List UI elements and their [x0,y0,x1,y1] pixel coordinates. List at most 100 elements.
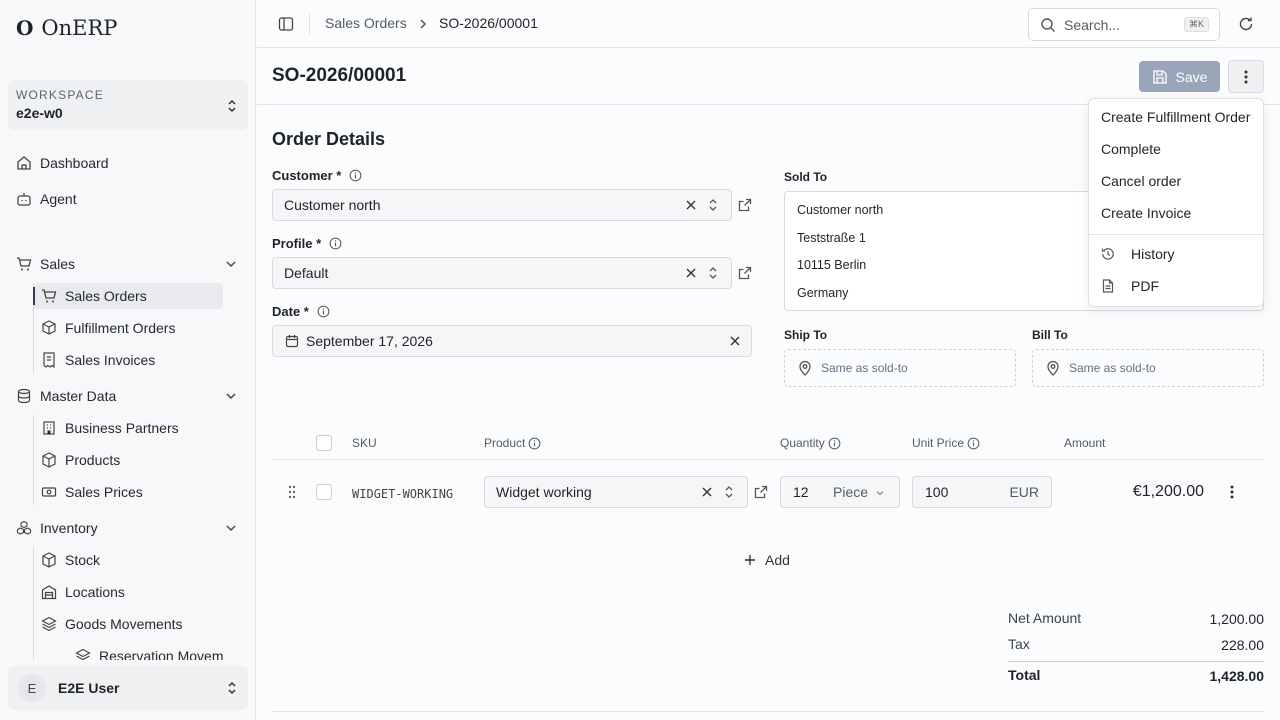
unit-select[interactable]: Piece [833,484,868,500]
search-icon [1041,17,1055,32]
logo-mark: O [16,16,34,40]
save-button[interactable]: Save [1139,61,1220,92]
row-checkbox[interactable] [316,484,332,500]
column-header-label: Unit Price [912,436,965,450]
more-actions-button[interactable] [1228,60,1264,93]
sidebar-item-sales-prices[interactable]: Sales Prices [34,479,223,505]
unit-price-input[interactable]: 100 EUR [912,476,1052,508]
product-select[interactable]: Widget working [484,476,748,508]
quantity-input[interactable]: 12 Piece [780,476,900,508]
building-icon [41,420,57,436]
menu-divider [1089,234,1263,235]
external-link-icon[interactable] [754,485,768,499]
sidebar-item-goods-movements[interactable]: Goods Movements [34,611,223,637]
total-value: 1,428.00 [1209,668,1265,684]
app-logo[interactable]: O OnERP [16,16,117,40]
menu-item-create-invoice[interactable]: Create Invoice [1101,205,1191,221]
sidebar-item-sales-invoices[interactable]: Sales Invoices [34,347,223,373]
info-icon[interactable] [528,437,541,450]
menu-item-complete[interactable]: Complete [1101,141,1161,157]
box-icon [41,552,57,568]
workspace-label: WORKSPACE [16,88,104,102]
menu-item-label: History [1131,246,1175,262]
actions-dropdown-menu: Create Fulfillment Order Complete Cancel… [1088,98,1264,307]
chevron-down-icon[interactable] [224,389,238,403]
chevrons-up-down-icon [725,486,733,498]
chevrons-up-down-icon [228,99,236,113]
external-link-icon[interactable] [738,266,752,280]
sidebar-item-fulfillment-orders[interactable]: Fulfillment Orders [34,315,223,341]
search-placeholder: Search... [1064,16,1121,33]
info-icon[interactable] [828,437,841,450]
clear-icon[interactable] [685,199,697,211]
menu-item-history[interactable]: History [1101,246,1175,262]
chevron-right-icon [420,19,427,29]
unit-price-value: 100 [925,484,949,500]
tax-label: Tax [1008,636,1030,652]
menu-item-label: Create Invoice [1101,205,1192,221]
ship-to-label: Ship To [784,328,828,342]
user-name: E2E User [58,680,120,696]
chevron-down-icon[interactable] [224,521,238,535]
breadcrumb-current: SO-2026/00001 [439,15,538,31]
nav-group-master-data-label: Master Data [40,388,117,404]
sidebar-toggle-icon[interactable] [278,16,294,32]
sidebar-item-stock[interactable]: Stock [34,547,223,573]
customer-value: Customer north [284,197,381,213]
nav-group-sales[interactable]: Sales [16,252,75,276]
nav-group-inventory[interactable]: Inventory [16,516,98,540]
clear-icon[interactable] [701,486,713,498]
menu-item-pdf[interactable]: PDF [1101,278,1159,294]
clear-icon[interactable] [685,267,697,279]
info-icon[interactable] [317,305,330,318]
bill-to-address[interactable]: Same as sold-to [1032,349,1264,387]
sidebar-item-products[interactable]: Products [34,447,223,473]
ship-to-address[interactable]: Same as sold-to [784,349,1016,387]
column-header-quantity: Quantity [780,436,841,450]
sidebar-item-reservation-movements[interactable]: Reservation Moveme [68,643,223,660]
date-picker[interactable]: September 17, 2026 [272,325,752,357]
menu-item-cancel-order[interactable]: Cancel order [1101,173,1181,189]
column-header-sku: SKU [352,436,377,450]
home-icon [16,155,32,171]
menu-item-label: PDF [1131,278,1159,294]
menu-item-create-fulfillment-order[interactable]: Create Fulfillment Order [1101,109,1250,125]
sidebar-item-locations[interactable]: Locations [34,579,223,605]
date-label-text: Date * [272,304,309,319]
profile-select[interactable]: Default [272,257,732,289]
select-all-checkbox[interactable] [316,435,332,451]
layers-icon [75,648,91,660]
refresh-icon[interactable] [1238,16,1254,32]
breadcrumb-sales-orders[interactable]: Sales Orders [325,15,407,31]
tax-value: 228.00 [1221,637,1264,653]
page-title: SO-2026/00001 [272,65,407,86]
date-value: September 17, 2026 [306,333,433,349]
profile-value: Default [284,265,329,281]
info-icon[interactable] [329,237,342,250]
user-menu[interactable]: E E2E User [8,666,248,710]
nav-dashboard[interactable]: Dashboard [16,151,109,175]
chevron-down-icon[interactable] [224,257,238,271]
cart-icon [16,256,32,272]
grip-vertical-icon[interactable] [286,484,298,500]
sidebar-item-label: Products [65,452,121,468]
info-icon[interactable] [967,437,980,450]
row-amount: €1,200.00 [1132,483,1204,500]
nav-agent[interactable]: Agent [16,187,77,211]
page-bottom-divider [272,711,1264,712]
net-amount-label: Net Amount [1008,610,1082,626]
sidebar-item-sales-orders[interactable]: Sales Orders [33,283,223,309]
workspace-switcher[interactable]: WORKSPACE e2e-w0 [8,80,248,130]
add-line-button[interactable]: Add [743,552,790,568]
clear-icon[interactable] [729,335,741,347]
customer-select[interactable]: Customer north [272,189,732,221]
external-link-icon[interactable] [738,198,752,212]
more-vertical-icon[interactable] [1225,484,1239,500]
search-input[interactable]: Search... ⌘K [1028,8,1220,41]
sidebar-item-label: Sales Invoices [65,352,156,368]
sidebar-item-business-partners[interactable]: Business Partners [34,415,223,441]
sidebar-item-label: Sales Orders [65,288,147,304]
nav-group-master-data[interactable]: Master Data [16,384,116,408]
info-icon[interactable] [349,169,362,182]
totals-divider [1008,661,1264,662]
